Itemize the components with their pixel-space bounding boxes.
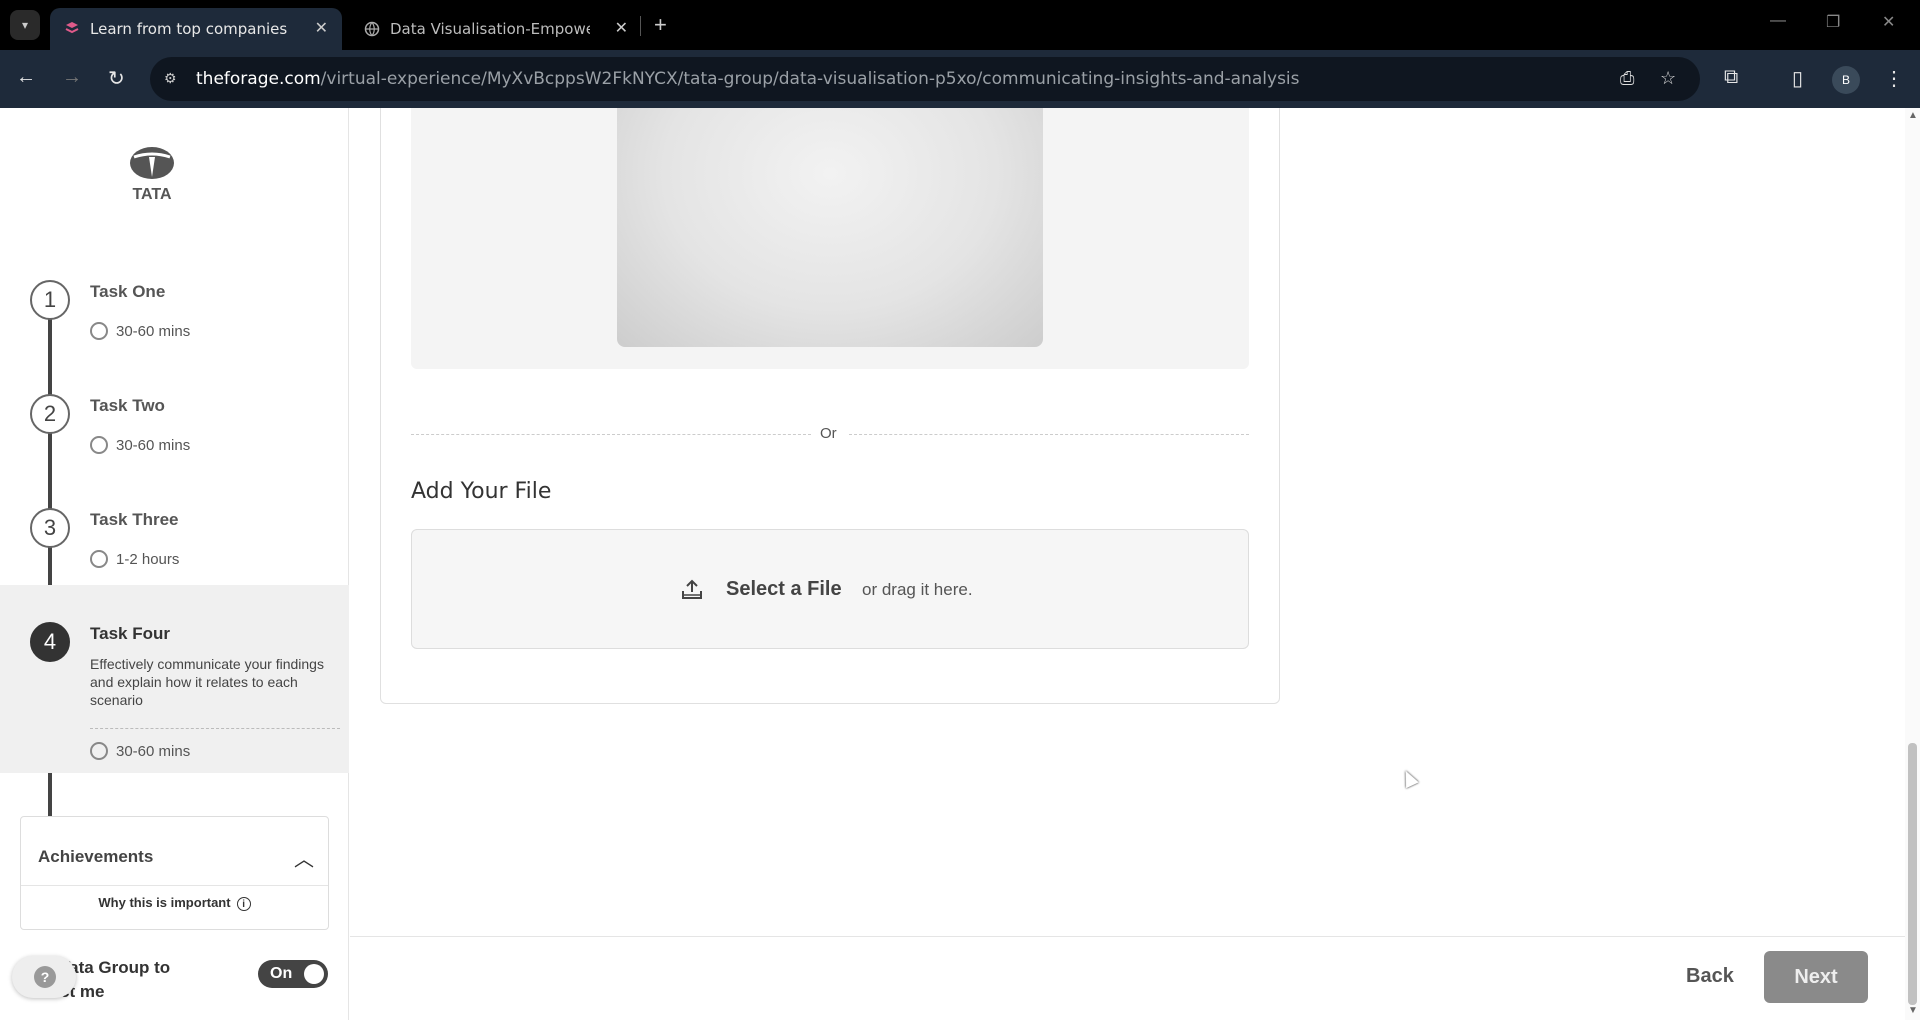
separator-line	[849, 434, 1249, 435]
page-content: TATA 1 Task One 30-60 mins 2 Task Two 30…	[0, 108, 1920, 1020]
toggle-knob	[304, 964, 324, 984]
back-arrow-icon[interactable]: ←	[16, 66, 36, 89]
submission-card: Or Add Your File Select a File or drag i…	[380, 108, 1280, 704]
achievements-panel: Achievements ︿ Why this is important i	[20, 816, 329, 930]
svg-text:TATA: TATA	[132, 186, 172, 203]
step-duration: 1-2 hours	[90, 550, 179, 568]
separator-line	[411, 434, 811, 435]
tab-divider	[640, 16, 641, 36]
tab-search-button[interactable]: ▾	[10, 10, 40, 40]
tab-close-icon[interactable]: ✕	[315, 18, 328, 37]
contact-consent-toggle[interactable]: On	[258, 960, 328, 988]
clock-icon	[90, 322, 108, 340]
tab-learn[interactable]: Learn from top companies and ✕	[50, 8, 342, 50]
step-duration: 30-60 mins	[90, 322, 190, 340]
task-step-3[interactable]: 3 Task Three 1-2 hours	[0, 488, 349, 588]
achievements-divider	[21, 885, 328, 886]
scroll-down-icon[interactable]: ▼	[1908, 1005, 1918, 1016]
profile-avatar[interactable]: B	[1832, 66, 1860, 94]
scroll-up-icon[interactable]: ▲	[1908, 110, 1918, 121]
step-description: Effectively communicate your findings an…	[90, 656, 324, 708]
step-divider	[90, 728, 340, 729]
task-step-2[interactable]: 2 Task Two 30-60 mins	[0, 374, 349, 474]
page-scrollbar[interactable]: ▲ ▼	[1905, 108, 1920, 1020]
help-button[interactable]: ?	[12, 956, 76, 998]
step-number: 2	[30, 394, 70, 434]
step-number: 3	[30, 508, 70, 548]
window-close-icon[interactable]: ✕	[1882, 12, 1895, 32]
new-tab-plus-icon[interactable]: +	[654, 12, 667, 38]
bookmark-star-icon[interactable]: ☆	[1660, 68, 1676, 89]
forage-favicon-icon	[65, 22, 79, 34]
step-number: 1	[30, 280, 70, 320]
clock-icon	[90, 742, 108, 760]
drag-hint-text: or drag it here.	[862, 580, 973, 599]
reload-icon[interactable]: ↻	[108, 66, 125, 91]
chevron-up-icon[interactable]: ︿	[294, 843, 314, 872]
browser-tab-bar: ▾ Learn from top companies and ✕ Data Vi…	[0, 0, 1920, 50]
extensions-icon[interactable]: ⧉	[1724, 66, 1738, 89]
browser-toolbar: ← → ↻ ⚙ theforage.com/virtual-experience…	[0, 50, 1920, 108]
step-duration: 30-60 mins	[90, 742, 190, 760]
video-preview	[617, 108, 1043, 347]
address-bar[interactable]: ⚙ theforage.com/virtual-experience/MyXvB…	[150, 57, 1700, 101]
upload-icon	[682, 579, 702, 599]
task-footer: Back Next	[350, 936, 1905, 1020]
step-duration: 30-60 mins	[90, 436, 190, 454]
task-step-1[interactable]: 1 Task One 30-60 mins	[0, 260, 349, 360]
globe-icon	[364, 21, 380, 37]
question-icon: ?	[34, 966, 56, 988]
clock-icon	[90, 436, 108, 454]
or-separator: Or	[411, 424, 1249, 444]
tab-title: Data Visualisation-Empowering	[390, 20, 590, 38]
tab-close-icon[interactable]: ✕	[615, 18, 628, 37]
why-important-link[interactable]: Why this is important i	[21, 895, 328, 911]
next-button[interactable]: Next	[1764, 951, 1868, 1003]
step-title: Task Four	[90, 624, 170, 643]
achievements-title: Achievements	[38, 847, 154, 866]
back-button[interactable]: Back	[1686, 965, 1734, 988]
or-text: Or	[820, 425, 837, 442]
video-capture-area	[411, 108, 1249, 369]
info-icon: i	[236, 896, 251, 911]
install-app-icon[interactable]: ⎙	[1620, 68, 1634, 89]
url-text[interactable]: theforage.com/virtual-experience/MyXvBcp…	[196, 69, 1300, 89]
file-dropzone[interactable]: Select a File or drag it here.	[411, 529, 1249, 649]
step-title: Task Two	[90, 396, 165, 415]
task-sidebar: TATA 1 Task One 30-60 mins 2 Task Two 30…	[0, 108, 349, 1020]
clock-icon	[90, 550, 108, 568]
menu-kebab-icon[interactable]: ⋮	[1884, 66, 1904, 91]
site-info-icon[interactable]: ⚙	[164, 70, 182, 88]
minimize-icon[interactable]: —	[1770, 12, 1786, 30]
forward-arrow-icon[interactable]: →	[62, 66, 82, 89]
step-title: Task One	[90, 282, 166, 301]
side-panel-icon[interactable]: ▯	[1792, 66, 1803, 91]
add-file-heading: Add Your File	[411, 479, 552, 504]
contact-consent-label: Tata Group to ct me	[60, 958, 171, 1001]
task-step-4[interactable]: 4 Task Four Effectively communicate your…	[0, 585, 349, 773]
tab-title: Learn from top companies and	[90, 20, 290, 38]
step-title: Task Three	[90, 510, 179, 529]
select-file-button[interactable]: Select a File	[726, 578, 842, 601]
tata-logo: TATA	[130, 147, 174, 203]
restore-icon[interactable]: ❐	[1826, 12, 1840, 32]
tab-data-visualisation[interactable]: Data Visualisation-Empowering ✕	[350, 8, 642, 50]
step-number: 4	[30, 622, 70, 662]
scrollbar-thumb[interactable]	[1908, 743, 1917, 1005]
